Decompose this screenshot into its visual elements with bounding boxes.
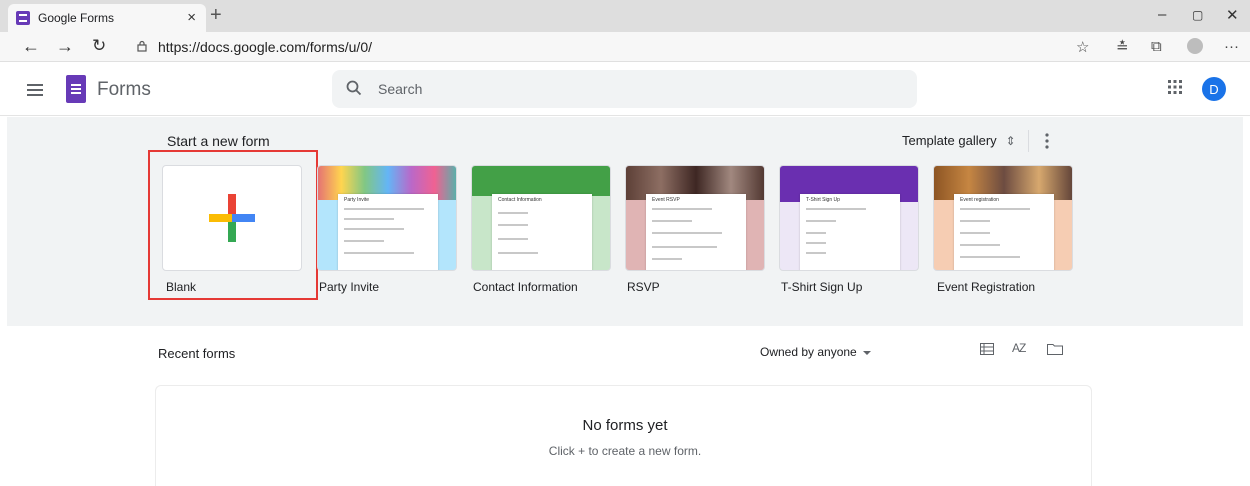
sort-az-icon[interactable]: AZ bbox=[1012, 341, 1026, 355]
template-gallery-label: Template gallery bbox=[902, 133, 997, 148]
template-label[interactable]: RSVP bbox=[627, 280, 660, 294]
template-rsvp[interactable]: Event RSVP bbox=[625, 165, 765, 271]
owner-filter-label: Owned by anyone bbox=[760, 345, 857, 359]
minimize-icon[interactable]: – bbox=[1158, 6, 1166, 23]
chevron-down-icon bbox=[862, 350, 871, 355]
recent-forms-title: Recent forms bbox=[158, 346, 236, 361]
window-close-icon[interactable]: ✕ bbox=[1226, 6, 1239, 24]
template-label[interactable]: Contact Information bbox=[473, 280, 578, 294]
preview-title: T-Shirt Sign Up bbox=[806, 197, 840, 203]
list-view-icon[interactable] bbox=[980, 343, 994, 355]
form-preview: Party Invite bbox=[338, 194, 438, 270]
main-menu-icon[interactable] bbox=[27, 84, 43, 96]
search-input[interactable]: Search bbox=[378, 81, 422, 97]
template-party-invite[interactable]: Party Invite bbox=[317, 165, 457, 271]
account-avatar[interactable]: D bbox=[1202, 77, 1226, 101]
divider bbox=[1028, 130, 1029, 152]
url-field[interactable]: https://docs.google.com/forms/u/0/ bbox=[158, 39, 372, 55]
lock-icon bbox=[137, 40, 147, 52]
empty-forms-card bbox=[155, 385, 1092, 486]
preview-title: Contact Information bbox=[498, 197, 542, 203]
more-menu-icon[interactable]: ··· bbox=[1224, 38, 1239, 55]
favorites-list-icon[interactable]: ≛ bbox=[1116, 38, 1129, 56]
template-t-shirt-sign-up[interactable]: T-Shirt Sign Up bbox=[779, 165, 919, 271]
template-gallery-button[interactable]: Template gallery ⇕ bbox=[902, 133, 1016, 148]
template-label[interactable]: T-Shirt Sign Up bbox=[781, 280, 862, 294]
header-band bbox=[472, 166, 610, 196]
browser-tab[interactable]: Google Forms × bbox=[8, 4, 206, 32]
maximize-icon[interactable]: ▢ bbox=[1192, 8, 1203, 22]
back-icon[interactable]: ← bbox=[22, 36, 40, 57]
template-label[interactable]: Event Registration bbox=[937, 280, 1035, 294]
form-preview: Event registration bbox=[954, 194, 1054, 270]
collections-icon[interactable]: ⧉ bbox=[1151, 38, 1162, 55]
owner-filter-dropdown[interactable]: Owned by anyone bbox=[760, 345, 871, 359]
form-preview: Contact Information bbox=[492, 194, 592, 270]
browser-tab-bar: Google Forms × + – ▢ ✕ bbox=[0, 0, 1250, 32]
preview-title: Event RSVP bbox=[652, 197, 680, 203]
empty-state-title: No forms yet bbox=[582, 417, 668, 434]
browser-address-bar: ← → ↻ https://docs.google.com/forms/u/0/… bbox=[0, 32, 1250, 62]
favorite-star-icon[interactable]: ☆ bbox=[1076, 38, 1089, 56]
forward-icon[interactable]: → bbox=[56, 36, 74, 57]
new-tab-icon[interactable]: + bbox=[210, 4, 222, 27]
google-apps-icon[interactable] bbox=[1168, 80, 1182, 94]
preview-title: Event registration bbox=[960, 197, 999, 203]
form-preview: T-Shirt Sign Up bbox=[800, 194, 900, 270]
more-options-icon[interactable] bbox=[1045, 133, 1049, 149]
forms-logo-icon[interactable] bbox=[66, 75, 86, 103]
search-icon[interactable] bbox=[346, 80, 362, 96]
app-name[interactable]: Forms bbox=[97, 79, 151, 101]
close-tab-icon[interactable]: × bbox=[187, 9, 196, 26]
unfold-icon: ⇕ bbox=[1005, 134, 1016, 148]
template-event-registration[interactable]: Event registration bbox=[933, 165, 1073, 271]
template-label[interactable]: Party Invite bbox=[319, 280, 379, 294]
browser-profile-icon[interactable] bbox=[1187, 38, 1203, 54]
template-contact-information[interactable]: Contact Information bbox=[471, 165, 611, 271]
folder-icon[interactable] bbox=[1047, 343, 1063, 355]
preview-title: Party Invite bbox=[344, 197, 370, 203]
search-bar[interactable]: Search bbox=[332, 70, 917, 108]
highlight-frame bbox=[148, 150, 318, 300]
empty-state-subtitle: Click + to create a new form. bbox=[548, 444, 702, 458]
forms-favicon-icon bbox=[16, 11, 30, 25]
form-preview: Event RSVP bbox=[646, 194, 746, 270]
new-form-title: Start a new form bbox=[167, 133, 270, 149]
refresh-icon[interactable]: ↻ bbox=[92, 36, 106, 56]
tab-title: Google Forms bbox=[38, 11, 115, 25]
